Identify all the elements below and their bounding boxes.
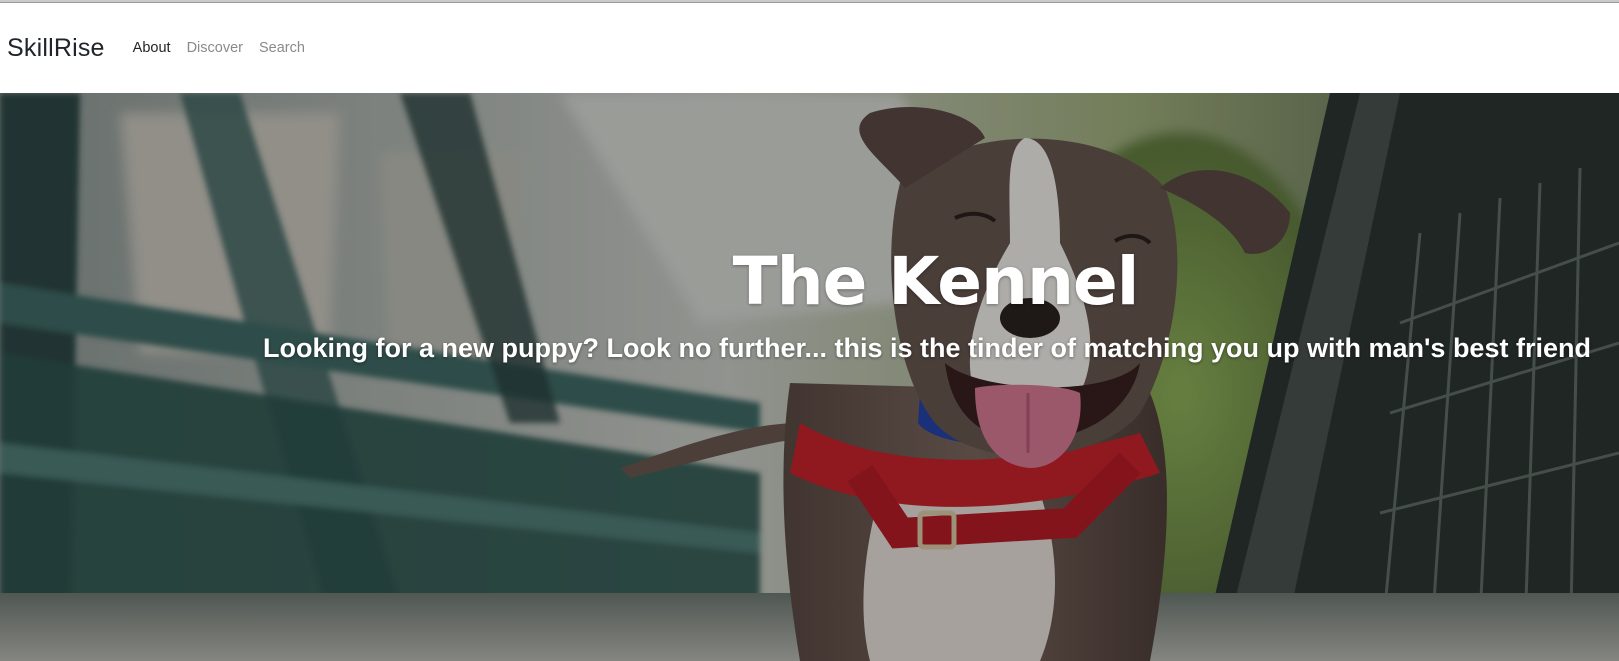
- hero-banner: The Kennel Looking for a new puppy? Look…: [0, 93, 1619, 661]
- nav-link-discover[interactable]: Discover: [187, 40, 243, 56]
- hero-title: The Kennel: [732, 243, 1140, 320]
- nav-link-search[interactable]: Search: [259, 40, 305, 56]
- top-navbar: SkillRise About Discover Search: [0, 3, 1619, 93]
- hero-subtitle: Looking for a new puppy? Look no further…: [263, 333, 1591, 363]
- hero-dark-overlay: [0, 93, 1619, 661]
- brand-logo-link[interactable]: SkillRise: [7, 34, 105, 63]
- nav-link-about[interactable]: About: [133, 40, 171, 56]
